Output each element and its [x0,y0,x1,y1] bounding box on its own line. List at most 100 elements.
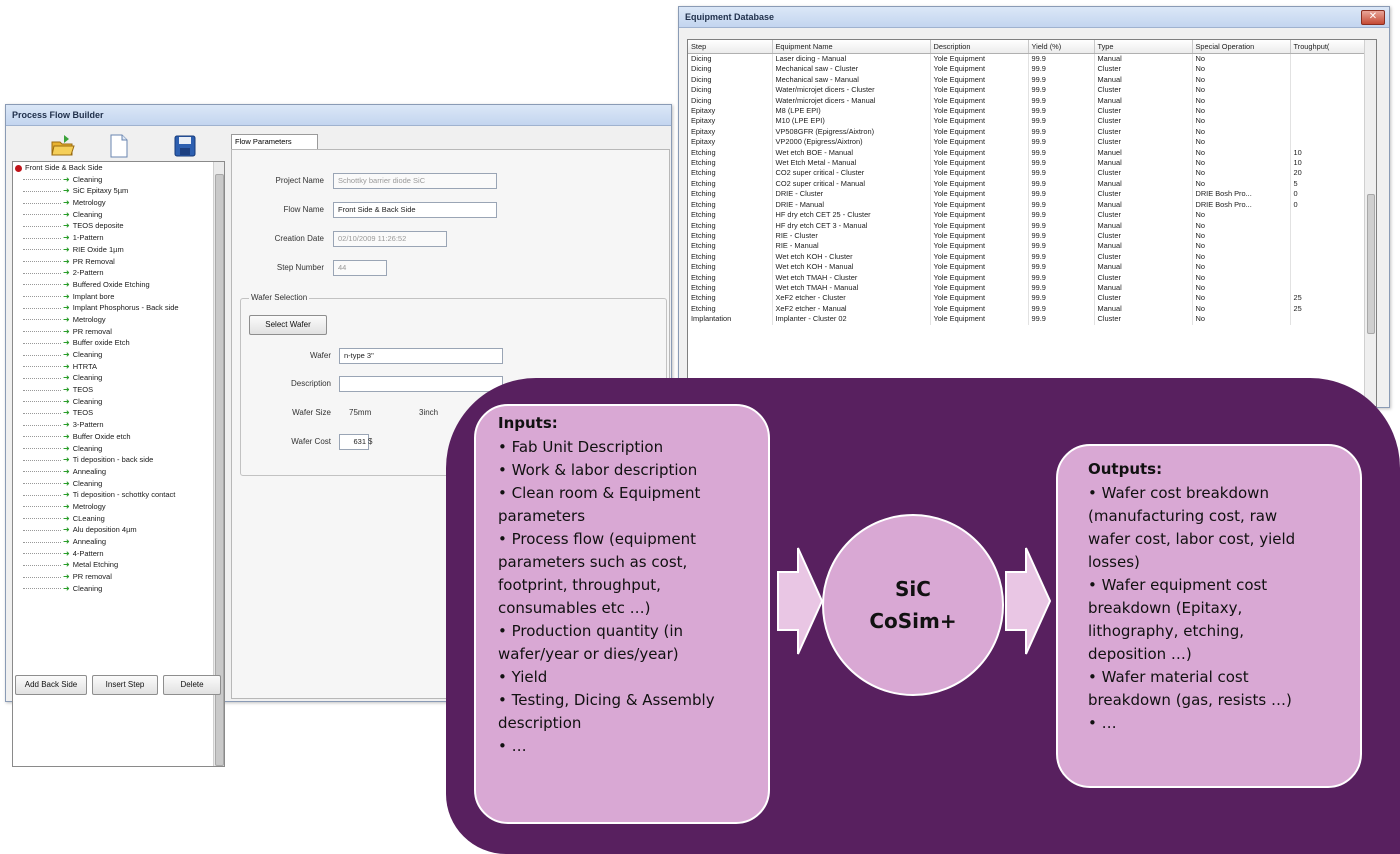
tree-item[interactable]: ➜ Ti deposition - back side [13,454,224,466]
column-header[interactable]: Special Operation [1192,40,1291,54]
select-wafer-button[interactable]: Select Wafer [249,315,327,335]
tree-item[interactable]: ➜ PR removal [13,326,224,338]
description-field[interactable] [339,376,503,392]
tab-flow-parameters[interactable]: Flow Parameters [231,134,318,149]
column-header[interactable]: Type [1094,40,1193,54]
table-row[interactable]: Etching HF dry etch CET 25 - Cluster Yole … [688,210,1365,221]
input-item: wafer/year or dies/year) [498,645,679,663]
tree-item[interactable]: ➜ Cleaning [13,583,224,595]
table-row[interactable]: Dicing Laser dicing - Manual Yole Equipmen… [688,53,1365,65]
table-row[interactable]: Epitaxy VP2000 (Epigress/Aixtron) Yole Equ… [688,137,1365,148]
tree-item[interactable]: ➜ Implant bore [13,291,224,303]
tree-item[interactable]: ➜ Metal Etching [13,559,224,571]
table-cell: No [1192,178,1291,190]
tree-item[interactable]: ➜ Buffered Oxide Etching [13,279,224,291]
table-cell: DRIE Bosh Pro... [1192,189,1291,200]
tree-item[interactable]: ➜ Cleaning [13,396,224,408]
tree-item[interactable]: ➜ Cleaning [13,372,224,384]
tree-item[interactable]: ➜ PR Removal [13,256,224,268]
tree-item[interactable]: ➜ Cleaning [13,443,224,455]
table-row[interactable]: Etching XeF2 etcher - Manual Yole Equipmen… [688,303,1365,315]
tree-item[interactable]: ➜ TEOS deposite [13,220,224,232]
table-row[interactable]: Etching Wet Etch Metal - Manual Yole Equip… [688,158,1365,169]
table-cell [1290,282,1365,294]
table-scroll-thumb[interactable] [1367,194,1375,334]
step-arrow-icon: ➜ [63,443,70,453]
tree-item[interactable]: ➜ HTRTA [13,361,224,373]
tree-root[interactable]: Front Side & Back Side [13,162,224,174]
tree-item[interactable]: ➜ Ti deposition - schottky contact [13,489,224,501]
table-row[interactable]: Etching DRIE - Cluster Yole Equipment 99.9 C… [688,189,1365,200]
tree-item[interactable]: ➜ Annealing [13,466,224,478]
table-row[interactable]: Etching HF dry etch CET 3 - Manual Yole Eq… [688,220,1365,231]
step-arrow-icon: ➜ [63,513,70,523]
tree-item[interactable]: ➜ Annealing [13,536,224,548]
table-row[interactable]: Etching CO2 super critical - Cluster Yole … [688,168,1365,179]
table-row[interactable]: Etching XeF2 etcher - Cluster Yole Equipme… [688,293,1365,304]
table-row[interactable]: Epitaxy VP508GFR (Epigress/Aixtron) Yole E… [688,126,1365,138]
table-row[interactable]: Epitaxy M10 (LPE EPI) Yole Equipment 99.9 Cl… [688,116,1365,127]
tree-item[interactable]: ➜ 1-Pattern [13,232,224,244]
table-row[interactable]: Etching Wet etch TMAH - Cluster Yole Equip… [688,272,1365,283]
table-row[interactable]: Etching RIE - Cluster Yole Equipment 99.9 Cl… [688,230,1365,242]
close-icon[interactable]: ✕ [1361,10,1385,25]
table-row[interactable]: Etching CO2 super critical - Manual Yole E… [688,178,1365,190]
new-document-icon[interactable] [106,133,132,159]
tree-item[interactable]: ➜ Cleaning [13,349,224,361]
table-row[interactable]: Dicing Water/microjet dicers - Manual Yole… [688,95,1365,107]
tree-item[interactable]: ➜ TEOS [13,407,224,419]
step-number-field[interactable]: 44 [333,260,387,276]
tree-item[interactable]: ➜ 3-Pattern [13,419,224,431]
tree-item[interactable]: ➜ CLeaning [13,513,224,525]
tree-item[interactable]: ➜ Cleaning [13,209,224,221]
table-cell: Yole Equipment [930,126,1029,138]
table-row[interactable]: Dicing Mechanical saw - Cluster Yole Equip… [688,64,1365,75]
creation-date-field[interactable]: 02/10/2009 11:26:52 [333,231,447,247]
column-header[interactable]: Equipment Name [772,40,931,54]
tree-item[interactable]: ➜ 4-Pattern [13,548,224,560]
table-row[interactable]: Etching Wet etch KOH - Cluster Yole Equipm… [688,251,1365,263]
column-header[interactable]: Yield (%) [1028,40,1095,54]
table-cell: 5 [1290,178,1365,190]
tree-item-label: PR Removal [72,256,115,266]
save-icon[interactable] [172,133,198,159]
tree-item[interactable]: ➜ Cleaning [13,478,224,490]
table-scrollbar[interactable] [1364,40,1376,406]
table-row[interactable]: Implantation Implanter - Cluster 02 Yole E… [688,314,1365,325]
table-row[interactable]: Dicing Mechanical saw - Manual Yole Equipm… [688,74,1365,86]
table-row[interactable]: Etching Wet etch TMAH - Manual Yole Equipm… [688,282,1365,294]
column-header[interactable]: Troughput( [1290,40,1365,54]
table-row[interactable]: Etching Wet etch KOH - Manual Yole Equipme… [688,262,1365,273]
tree-item[interactable]: ➜ PR removal [13,571,224,583]
table-row[interactable]: Dicing Water/microjet dicers - Cluster Yol… [688,85,1365,96]
column-header[interactable]: Step [688,40,773,54]
tree-item[interactable]: ➜ Metrology [13,501,224,513]
tree-item[interactable]: ➜ Cleaning [13,174,224,186]
column-header[interactable]: Description [930,40,1029,54]
table-cell: Cluster [1094,106,1193,117]
project-name-field[interactable]: Schottky barrier diode SiC [333,173,497,189]
wafer-cost-field[interactable]: 631 [339,434,369,450]
table-row[interactable]: Etching Wet etch BOE - Manual Yole Equipme… [688,147,1365,159]
tree-item[interactable]: ➜ Metrology [13,314,224,326]
tree-item[interactable]: ➜ Implant Phosphorus - Back side [13,302,224,314]
flow-name-field[interactable]: Front Side & Back Side [333,202,497,218]
folder-open-icon[interactable] [50,133,76,159]
step-arrow-icon: ➜ [63,174,70,184]
equipment-table[interactable]: Step Equipment Name Description Yield (%) Ty… [687,39,1377,407]
tree-item[interactable]: ➜ Buffer Oxide etch [13,431,224,443]
tree-item[interactable]: ➜ SiC Epitaxy 5µm [13,185,224,197]
table-row[interactable]: Etching RIE - Manual Yole Equipment 99.9 Man… [688,241,1365,252]
tree-item[interactable]: ➜ Buffer oxide Etch [13,337,224,349]
insert-step-button[interactable]: Insert Step [92,675,158,695]
table-row[interactable]: Epitaxy M8 (LPE EPI) Yole Equipment 99.9 Clu… [688,106,1365,117]
tree-item[interactable]: ➜ TEOS [13,384,224,396]
tree-item[interactable]: ➜ RIE Oxide 1µm [13,244,224,256]
table-row[interactable]: Etching DRIE - Manual Yole Equipment 99.9 Ma… [688,199,1365,211]
wafer-field[interactable]: n-type 3" [339,348,503,364]
delete-button[interactable]: Delete [163,675,221,695]
tree-item[interactable]: ➜ 2-Pattern [13,267,224,279]
tree-item[interactable]: ➜ Metrology [13,197,224,209]
add-back-side-button[interactable]: Add Back Side [15,675,87,695]
tree-item[interactable]: ➜ Alu deposition 4µm [13,524,224,536]
